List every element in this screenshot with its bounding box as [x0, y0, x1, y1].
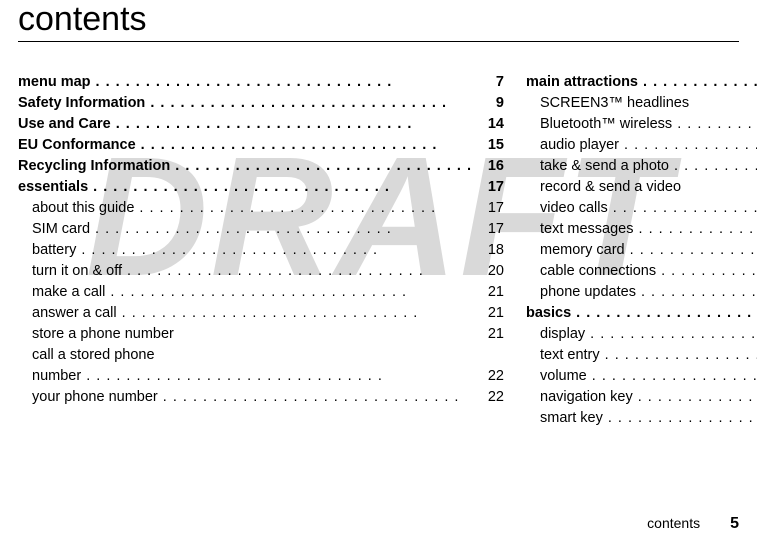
toc-label: record & send a video: [526, 177, 757, 198]
toc-row: call a stored phone: [18, 345, 504, 366]
toc-label: Use and Care: [18, 114, 472, 135]
toc-row: EU Conformance15: [18, 135, 504, 156]
toc-page-number: 20: [472, 261, 504, 282]
toc-column-2: main attractions23SCREEN3™ headlines23Bl…: [526, 72, 757, 429]
toc-label: video calls: [526, 198, 757, 219]
toc-row: main attractions23: [526, 72, 757, 93]
footer-label: contents: [647, 515, 700, 531]
toc-label: make a call: [18, 282, 472, 303]
toc-row: smart key53: [526, 408, 757, 429]
toc-label: smart key: [526, 408, 757, 429]
toc-label: text entry: [526, 345, 757, 366]
toc-row: about this guide17: [18, 198, 504, 219]
toc-row: Recycling Information16: [18, 156, 504, 177]
footer-page-number: 5: [730, 515, 739, 533]
toc-label: cable connections: [526, 261, 757, 282]
toc-page-number: 21: [472, 282, 504, 303]
toc-label: menu map: [18, 72, 472, 93]
toc-page-number: 7: [472, 72, 504, 93]
toc-label: text messages: [526, 219, 757, 240]
toc-label: SIM card: [18, 219, 472, 240]
page-container: contents menu map7Safety Information9Use…: [0, 0, 757, 543]
toc-row: cable connections43: [526, 261, 757, 282]
toc-label: volume: [526, 366, 757, 387]
toc-label: Bluetooth™ wireless: [526, 114, 757, 135]
toc-row: essentials17: [18, 177, 504, 198]
toc-label: take & send a photo: [526, 156, 757, 177]
toc-page-number: 17: [472, 198, 504, 219]
toc-label: audio player: [526, 135, 757, 156]
toc-label: number: [18, 366, 472, 387]
toc-label: call a stored phone: [18, 345, 504, 366]
toc-row: make a call21: [18, 282, 504, 303]
toc-label: Recycling Information: [18, 156, 472, 177]
toc-label: basics: [526, 303, 757, 324]
toc-page-number: 21: [472, 303, 504, 324]
toc-row: phone updates45: [526, 282, 757, 303]
toc-page-number: 18: [472, 240, 504, 261]
toc-page-number: 22: [472, 387, 504, 408]
toc-row: answer a call21: [18, 303, 504, 324]
toc-label: essentials: [18, 177, 472, 198]
toc-label: store a phone number: [18, 324, 472, 345]
toc-page-number: 16: [472, 156, 504, 177]
toc-page-number: 14: [472, 114, 504, 135]
page-title: contents: [18, 0, 739, 39]
toc-label: Safety Information: [18, 93, 472, 114]
toc-label: your phone number: [18, 387, 472, 408]
toc-row: Safety Information9: [18, 93, 504, 114]
toc-row: text entry49: [526, 345, 757, 366]
toc-row: basics46: [526, 303, 757, 324]
toc-label: about this guide: [18, 198, 472, 219]
toc-label: battery: [18, 240, 472, 261]
toc-page-number: 21: [472, 324, 504, 345]
toc-row: turn it on & off20: [18, 261, 504, 282]
toc-row: display46: [526, 324, 757, 345]
toc-page-number: 22: [472, 366, 504, 387]
toc-row: navigation key53: [526, 387, 757, 408]
toc-row: video calls37: [526, 198, 757, 219]
toc-row: record & send a video36: [526, 177, 757, 198]
toc-row: SIM card17: [18, 219, 504, 240]
toc-columns: menu map7Safety Information9Use and Care…: [18, 72, 739, 429]
toc-label: EU Conformance: [18, 135, 472, 156]
toc-row: menu map7: [18, 72, 504, 93]
title-rule: [18, 41, 739, 42]
toc-label: main attractions: [526, 72, 757, 93]
toc-row: Use and Care14: [18, 114, 504, 135]
page-footer: contents 5: [647, 515, 739, 533]
toc-label: SCREEN3™ headlines: [526, 93, 757, 114]
toc-label: navigation key: [526, 387, 757, 408]
toc-row: Bluetooth™ wireless24: [526, 114, 757, 135]
toc-row: memory card41: [526, 240, 757, 261]
toc-page-number: 17: [472, 177, 504, 198]
toc-row: number22: [18, 366, 504, 387]
toc-row: battery18: [18, 240, 504, 261]
toc-page-number: 15: [472, 135, 504, 156]
toc-row: volume53: [526, 366, 757, 387]
toc-row: store a phone number21: [18, 324, 504, 345]
toc-row: your phone number22: [18, 387, 504, 408]
toc-row: audio player31: [526, 135, 757, 156]
toc-page-number: 9: [472, 93, 504, 114]
toc-row: text messages38: [526, 219, 757, 240]
toc-row: take & send a photo33: [526, 156, 757, 177]
toc-label: memory card: [526, 240, 757, 261]
toc-row: SCREEN3™ headlines23: [526, 93, 757, 114]
toc-label: display: [526, 324, 757, 345]
toc-page-number: 17: [472, 219, 504, 240]
toc-label: answer a call: [18, 303, 472, 324]
toc-column-1: menu map7Safety Information9Use and Care…: [18, 72, 504, 429]
toc-label: turn it on & off: [18, 261, 472, 282]
toc-label: phone updates: [526, 282, 757, 303]
